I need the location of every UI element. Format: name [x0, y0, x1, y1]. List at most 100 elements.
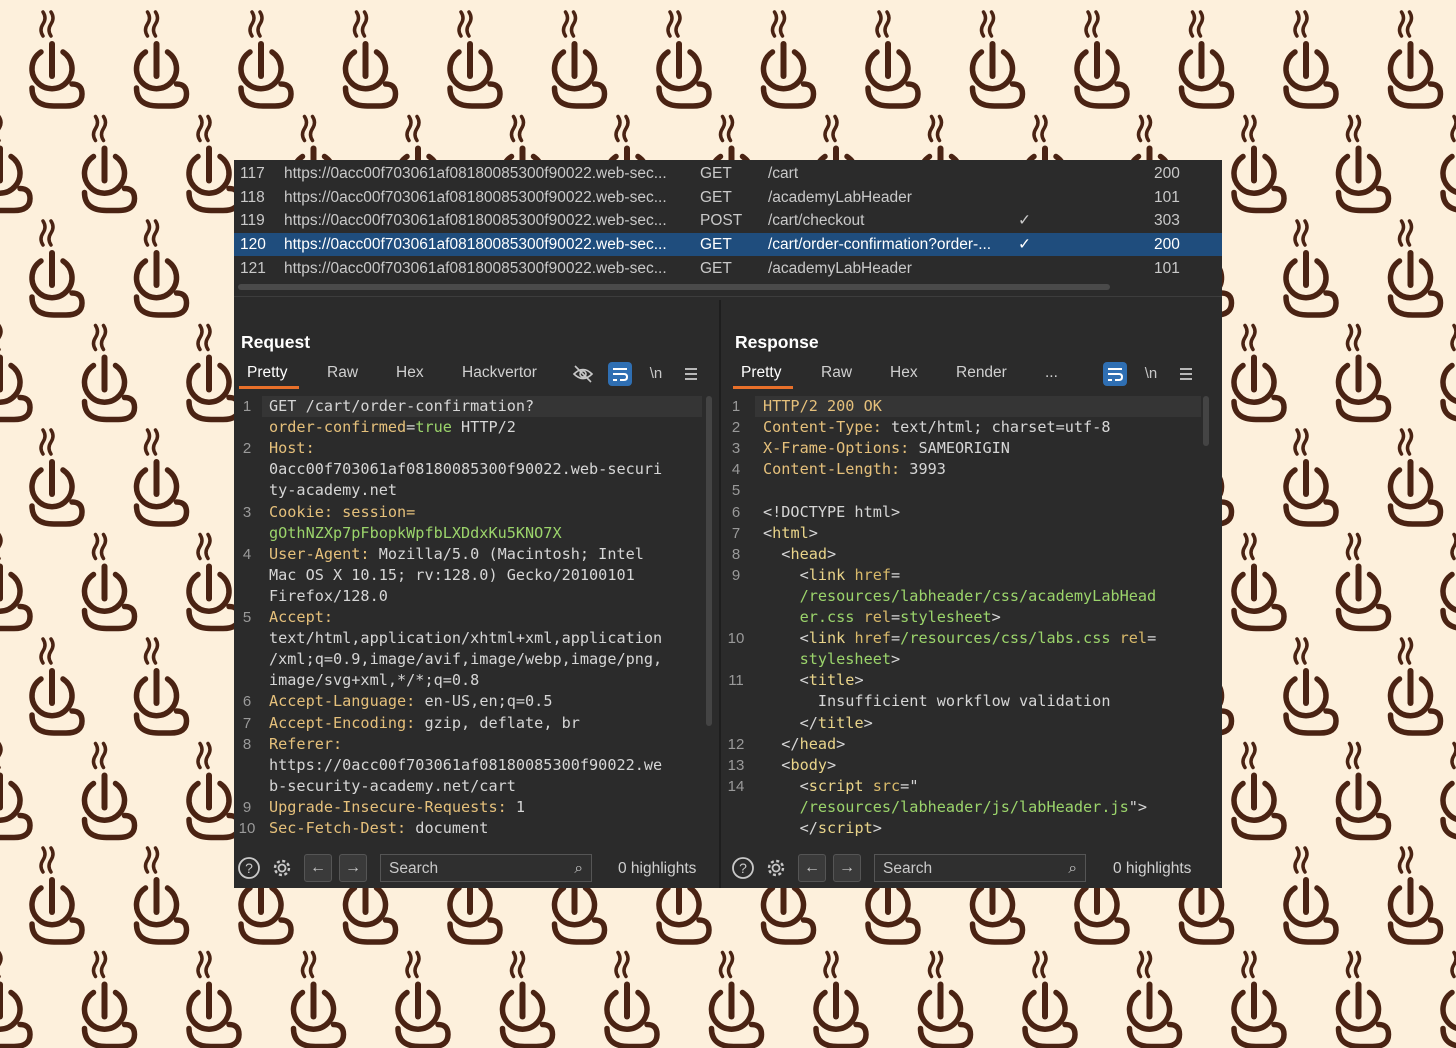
code-line: HTTP/2 200 OK — [763, 396, 882, 417]
coffee-cup-icon — [85, 326, 135, 420]
request-tab-hex[interactable]: Hex — [396, 364, 424, 382]
history-row[interactable]: 117 https://0acc00f703061af08180085300f90… — [234, 162, 1222, 185]
code-token: script — [808, 776, 864, 795]
code-token: = — [891, 565, 901, 584]
response-tab-render[interactable]: Render — [956, 364, 1007, 382]
history-row[interactable]: 119 https://0acc00f703061af08180085300f90… — [234, 209, 1222, 232]
code-line: Insufficient workflow validation — [763, 691, 1111, 712]
help-icon[interactable]: ? — [731, 856, 754, 879]
newline-icon[interactable]: \n — [644, 362, 668, 386]
history-row-status: 200 — [1154, 165, 1180, 182]
coffee-cup-icon — [450, 12, 500, 106]
request-tab-raw[interactable]: Raw — [327, 364, 358, 382]
code-token: image/svg+xml,*/*;q=0.8 — [269, 671, 480, 690]
gear-icon[interactable] — [764, 856, 786, 878]
response-vertical-scrollbar[interactable] — [1203, 396, 1209, 446]
coffee-cup-icon — [1286, 430, 1336, 524]
coffee-cup-icon — [346, 12, 396, 106]
code-token: = — [406, 418, 416, 437]
eye-off-icon[interactable] — [571, 362, 595, 386]
coffee-cup-icon — [659, 12, 709, 106]
request-editor[interactable]: 1 GET /cart/order-confirmation? order-conf… — [234, 392, 719, 840]
previous-match-icon[interactable]: ← — [304, 854, 332, 882]
menu-icon[interactable] — [1174, 362, 1198, 386]
coffee-cup-icon — [973, 12, 1023, 106]
request-tab-pretty[interactable]: Pretty — [247, 364, 287, 382]
code-line: Accept-Encoding: gzip, deflate, br — [269, 713, 580, 734]
response-tab-pretty[interactable]: Pretty — [741, 364, 781, 382]
coffee-cup-icon — [503, 953, 553, 1047]
history-row-host: https://0acc00f703061af08180085300f90022… — [284, 236, 667, 254]
burp-proxy-window: 117 https://0acc00f703061af08180085300f90… — [234, 160, 1222, 888]
history-row-status: 200 — [1154, 236, 1180, 254]
code-token: > — [836, 734, 846, 753]
coffee-cup-icon — [294, 953, 344, 1047]
coffee-cup-icon — [85, 117, 135, 211]
history-row-method: GET — [700, 259, 732, 277]
coffee-cup-icon — [85, 535, 135, 629]
coffee-cup-icon — [137, 848, 187, 942]
code-token: GET /cart/order-confirmation? — [269, 397, 535, 415]
code-token: gOthNZXp7pFbopkWpfbLXDdxKu5KNO7X — [269, 523, 562, 542]
next-match-icon[interactable]: → — [833, 854, 861, 882]
previous-match-icon[interactable]: ← — [798, 854, 826, 882]
coffee-cup-icon — [607, 953, 657, 1047]
wrap-lines-icon[interactable] — [608, 362, 632, 386]
request-search-input[interactable]: Search ⌕ — [380, 854, 592, 882]
line-number — [234, 755, 260, 776]
code-token: Insufficient workflow validation — [763, 692, 1111, 711]
history-row[interactable]: 121 https://0acc00f703061af08180085300f90… — [234, 257, 1222, 280]
history-row[interactable]: 118 https://0acc00f703061af08180085300f90… — [234, 186, 1222, 209]
history-row[interactable]: 120 https://0acc00f703061af08180085300f90… — [234, 233, 1222, 257]
code-token: /resources/css/labs.css — [900, 629, 1111, 648]
code-line: Upgrade-Insecure-Requests: 1 — [269, 797, 525, 818]
code-token: Content-Length: — [763, 460, 901, 479]
request-highlights-count: 0 highlights — [618, 860, 697, 877]
menu-icon[interactable] — [679, 362, 703, 386]
code-token: head — [790, 544, 828, 563]
wrap-lines-icon[interactable] — [1103, 362, 1127, 386]
line-number — [234, 586, 260, 607]
history-row-path: /academyLabHeader — [768, 259, 912, 277]
code-token: </ — [763, 819, 818, 837]
coffee-cup-icon — [1234, 535, 1284, 629]
history-row-number: 118 — [240, 188, 265, 206]
response-tab-hex[interactable]: Hex — [890, 364, 918, 382]
coffee-cup-icon — [189, 953, 239, 1047]
response-tab-more[interactable]: ... — [1045, 364, 1058, 382]
next-match-icon[interactable]: → — [339, 854, 367, 882]
line-number — [721, 649, 751, 670]
code-line: image/svg+xml,*/*;q=0.8 — [269, 670, 479, 691]
code-token: SAMEORIGIN — [909, 439, 1010, 458]
coffee-cup-icon — [1286, 221, 1336, 315]
code-line: <link href= — [763, 565, 901, 586]
code-token: session= — [333, 502, 416, 521]
newline-icon[interactable]: \n — [1139, 362, 1163, 386]
coffee-cup-icon — [32, 848, 82, 942]
response-editor[interactable]: 1 HTTP/2 200 OK 2 Content-Type: text/html; … — [721, 392, 1222, 840]
line-number — [721, 818, 751, 839]
coffee-cup-icon — [0, 117, 30, 211]
help-icon[interactable]: ? — [237, 856, 260, 879]
code-token: Accept-Language: — [269, 692, 416, 711]
history-row-method: GET — [700, 188, 732, 206]
line-number — [234, 523, 260, 544]
gear-icon[interactable] — [270, 856, 292, 878]
request-tab-hackvertor[interactable]: Hackvertor — [462, 364, 537, 382]
line-number — [234, 480, 260, 501]
history-row-host: https://0acc00f703061af08180085300f90022… — [284, 212, 667, 230]
code-token: Content-Type: — [763, 418, 882, 437]
coffee-cup-icon — [1443, 744, 1456, 838]
line-number: 14 — [727, 777, 745, 795]
code-token: < — [763, 755, 791, 774]
response-tab-raw[interactable]: Raw — [821, 364, 852, 382]
code-token: < — [763, 565, 809, 584]
http-history-table: 117 https://0acc00f703061af08180085300f90… — [234, 160, 1222, 296]
history-divider[interactable] — [234, 296, 1222, 297]
response-search-input[interactable]: Search ⌕ — [874, 854, 1086, 882]
coffee-cup-icon — [0, 326, 30, 420]
code-line: <html> — [763, 523, 818, 544]
code-line: User-Agent: Mozilla/5.0 (Macintosh; Inte… — [269, 544, 644, 565]
history-horizontal-scrollbar[interactable] — [238, 284, 1110, 290]
request-vertical-scrollbar[interactable] — [706, 396, 712, 726]
